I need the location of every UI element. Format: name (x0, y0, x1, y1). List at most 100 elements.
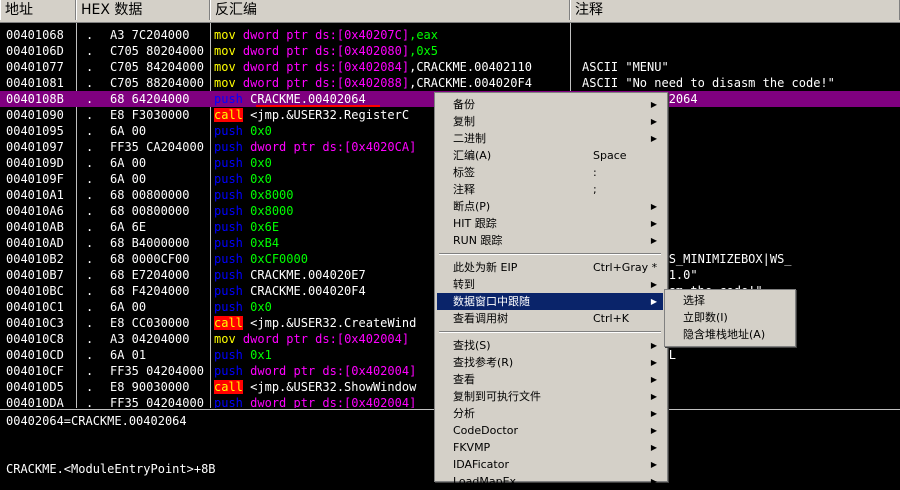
row-marker: . (86, 204, 94, 218)
context-menu-item[interactable]: 查找参考(R) ▶ (437, 354, 663, 371)
context-menu-item[interactable]: CodeDoctor ▶ (437, 422, 663, 439)
column-header-address[interactable]: 地址 (0, 0, 76, 20)
row-hex: FF35 04204000 (110, 364, 204, 378)
menu-separator (439, 253, 661, 255)
row-opcode: push (214, 268, 243, 282)
menu-item-label: 汇编(A) (453, 149, 492, 162)
menu-item-label: 查看 (453, 373, 475, 386)
row-operand-2: ,CRACKME.00402110 (409, 60, 532, 74)
row-hex: 68 E7204000 (110, 268, 190, 282)
row-operand: dword ptr ds:[0x402088] (242, 76, 410, 90)
row-marker: . (86, 348, 94, 362)
menu-item-label: RUN 跟踪 (453, 234, 503, 247)
row-operand: <jmp.&USER32.CreateWind (250, 316, 417, 330)
context-menu-item[interactable]: 复制 ▶ (437, 113, 663, 130)
context-menu-item[interactable]: 复制到可执行文件 ▶ (437, 388, 663, 405)
context-menu-item[interactable]: IDAFicator ▶ (437, 456, 663, 473)
menu-item-label: IDAFicator (453, 458, 509, 471)
submenu-item[interactable]: 选择 (667, 292, 791, 309)
row-address: 004010D5 (6, 380, 64, 394)
row-opcode: mov (214, 76, 236, 90)
submenu-arrow-icon: ▶ (650, 100, 657, 109)
row-hex: E8 F3030000 (110, 108, 190, 122)
submenu-item-label: 隐含堆栈地址(A) (683, 328, 766, 341)
menu-item-shortcut: : (593, 166, 597, 179)
context-menu-item[interactable]: 断点(P) ▶ (437, 198, 663, 215)
row-hex: 68 00800000 (110, 188, 190, 202)
row-hex: 6A 00 (110, 172, 147, 186)
row-marker: . (86, 364, 94, 378)
submenu-item-label: 立即数(I) (683, 311, 728, 324)
row-address: 004010A6 (6, 204, 64, 218)
code-row[interactable]: 00401068. A3 7C204000 mov dword ptr ds:[0x… (0, 27, 900, 43)
submenu-item[interactable]: 隐含堆栈地址(A) (667, 326, 791, 343)
context-menu-item[interactable]: 注释; (437, 181, 663, 198)
menu-item-label: FKVMP (453, 441, 491, 454)
row-marker: . (86, 252, 94, 266)
context-menu-item[interactable]: 分析 ▶ (437, 405, 663, 422)
context-menu-item[interactable]: 查看调用树 Ctrl+K (437, 310, 663, 327)
context-menu-item[interactable]: 数据窗口中跟随 ▶ (437, 293, 663, 310)
submenu-arrow-icon: ▶ (650, 392, 657, 401)
context-menu-item[interactable]: 汇编(A) Space (437, 147, 663, 164)
row-marker: . (86, 268, 94, 282)
context-menu: 备份 ▶ 复制 ▶ 二进制 ▶ 汇编(A) Space 标签: 注释; 断点(P) ▶ HIT 跟踪 ▶ R… (434, 92, 668, 488)
context-menu-item[interactable]: HIT 跟踪 ▶ (437, 215, 663, 232)
submenu-arrow-icon: ▶ (650, 460, 657, 469)
row-opcode: call (214, 316, 243, 330)
row-hex: 6A 00 (110, 124, 147, 138)
menu-item-shortcut: Ctrl+K (593, 312, 630, 325)
context-menu-item[interactable]: 备份 ▶ (437, 96, 663, 113)
row-marker: . (86, 332, 94, 346)
row-operand: 0xB4 (250, 236, 280, 250)
row-opcode: push (214, 188, 243, 202)
row-operand: 0x0 (250, 300, 272, 314)
context-menu-item[interactable]: LoadMapEx ▶ (437, 473, 663, 490)
menu-item-shortcut: Ctrl+Gray * (593, 261, 658, 274)
context-menu-item[interactable]: RUN 跟踪 ▶ (437, 232, 663, 249)
row-operand: 0xCF0000 (250, 252, 308, 266)
submenu-arrow-icon: ▶ (650, 477, 657, 486)
row-address: 00401081 (6, 76, 64, 90)
row-address: 004010BC (6, 284, 64, 298)
column-header-hex[interactable]: HEX 数据 (76, 0, 210, 20)
submenu-arrow-icon: ▶ (650, 236, 657, 245)
menu-item-label: 查找参考(R) (453, 356, 514, 369)
context-menu-item[interactable]: 查看 ▶ (437, 371, 663, 388)
context-menu-item[interactable]: 转到 ▶ (437, 276, 663, 293)
row-operand-2: ,eax (409, 28, 438, 42)
submenu-item[interactable]: 立即数(I) (667, 309, 791, 326)
row-address: 00401095 (6, 124, 64, 138)
row-opcode: push (214, 252, 243, 266)
code-row[interactable]: 00401081. C705 88204000 mov dword ptr ds:[… (0, 75, 900, 91)
context-menu-item[interactable]: 标签: (437, 164, 663, 181)
code-row[interactable]: 00401077. C705 84204000 mov dword ptr ds:[… (0, 59, 900, 75)
row-operand: 0x6E (250, 220, 280, 234)
row-address: 004010A1 (6, 188, 64, 202)
row-hex: E8 CC030000 (110, 316, 190, 330)
context-menu-item[interactable]: FKVMP ▶ (437, 439, 663, 456)
context-menu-item[interactable]: 查找(S) ▶ (437, 337, 663, 354)
row-operand: CRACKME.004020E7 (250, 268, 366, 282)
row-operand-2: ,CRACKME.004020F4 (409, 76, 532, 90)
row-hex: FF35 CA204000 (110, 140, 204, 154)
menu-item-label: 复制 (453, 115, 475, 128)
row-hex: 68 F4204000 (110, 284, 190, 298)
context-menu-item[interactable]: 此处为新 EIP Ctrl+Gray * (437, 259, 663, 276)
row-operand: dword ptr ds:[0x402084] (242, 60, 410, 74)
row-operand: <jmp.&USER32.ShowWindow (250, 380, 417, 394)
column-header-comment[interactable]: 注释 (570, 0, 900, 20)
row-operand: <jmp.&USER32.RegisterC (250, 108, 410, 122)
row-opcode: push (214, 220, 243, 234)
info-line-location: CRACKME.<ModuleEntryPoint>+8B (6, 462, 216, 476)
menu-item-label: 标签 (453, 166, 475, 179)
column-header-disassembly[interactable]: 反汇编 (210, 0, 570, 20)
row-marker: . (86, 44, 94, 58)
row-hex: 6A 6E (110, 220, 147, 234)
menu-item-shortcut: Space (593, 149, 627, 162)
row-opcode: push (214, 284, 243, 298)
code-row[interactable]: 0040106D. C705 80204000 mov dword ptr ds:[… (0, 43, 900, 59)
context-menu-item[interactable]: 二进制 ▶ (437, 130, 663, 147)
row-hex: C705 84204000 (110, 60, 204, 74)
submenu-arrow-icon: ▶ (650, 219, 657, 228)
